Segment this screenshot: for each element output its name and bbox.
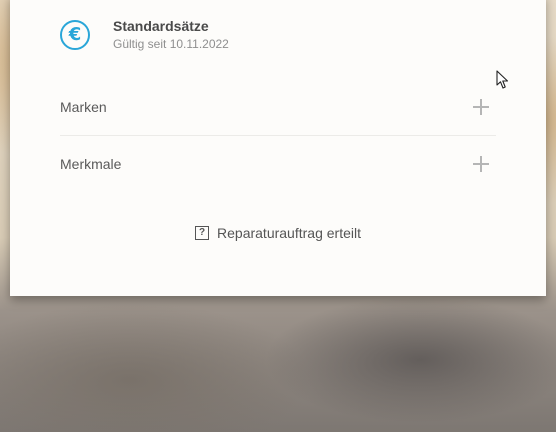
euro-icon: € [60,19,90,50]
header-text: Standardsätze Gültig seit 10.11.2022 [113,18,229,51]
mouse-pointer-icon [496,70,509,89]
section-merkmale[interactable]: Merkmale [60,136,496,192]
repair-order-label: Reparaturauftrag erteilt [217,225,361,241]
section-label-marken: Marken [60,99,107,115]
plus-icon[interactable] [472,98,490,116]
section-label-merkmale: Merkmale [60,156,122,172]
card-title: Standardsätze [113,18,209,34]
plus-icon[interactable] [472,155,490,173]
question-mark-icon: ? [195,226,210,240]
section-marken[interactable]: Marken [60,79,496,135]
rate-card: € Standardsätze Gültig seit 10.11.2022 M… [10,0,546,296]
card-subtitle: Gültig seit 10.11.2022 [113,37,229,51]
card-header: € Standardsätze Gültig seit 10.11.2022 [60,18,229,51]
repair-order-link[interactable]: ? Reparaturauftrag erteilt [10,225,546,241]
